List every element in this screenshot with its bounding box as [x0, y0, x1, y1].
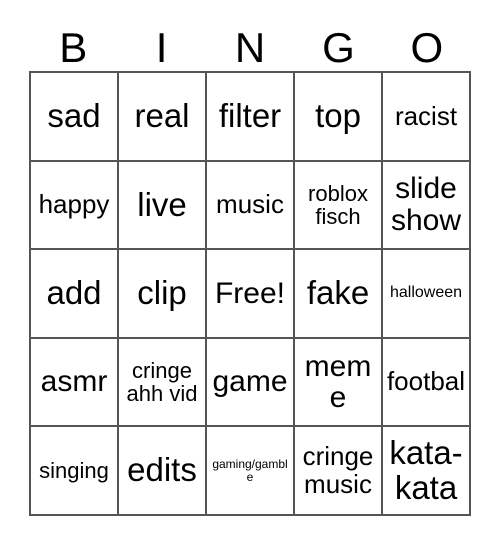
bingo-cell-label: fake [306, 274, 370, 312]
bingo-cell[interactable]: footbal [383, 338, 471, 428]
bingo-cell[interactable]: gaming/gamble [207, 427, 295, 516]
bingo-cell[interactable]: sad [31, 73, 119, 162]
bingo-cell-label: kata-kata [389, 434, 463, 506]
bingo-cell-label: add [46, 274, 102, 312]
bingo-cell-label: racist [394, 100, 458, 131]
bingo-cell[interactable]: racist [383, 73, 471, 162]
bingo-cell[interactable]: top [295, 73, 383, 162]
bingo-cell-label: cringe ahh vid [126, 358, 198, 407]
bingo-cell-label: live [137, 185, 187, 223]
bingo-cell-label: Free! [214, 276, 286, 310]
bingo-cell[interactable]: meme [295, 338, 383, 428]
bingo-cell-label: clip [137, 274, 187, 312]
bingo-cell-label: singing [39, 458, 109, 484]
bingo-cell-label: happy [38, 189, 110, 220]
bingo-cell[interactable]: add [31, 250, 119, 339]
bingo-header-letter-b: B [59, 24, 88, 71]
bingo-cell-free[interactable]: Free! [207, 250, 295, 339]
bingo-card: B I N G O sad real filter top racist hap… [0, 0, 500, 544]
bingo-cell[interactable]: kata-kata [383, 427, 471, 516]
bingo-header-letter-i: I [155, 24, 168, 71]
bingo-cell-label: real [134, 96, 190, 134]
bingo-grid: sad real filter top racist happy live mu… [29, 71, 471, 516]
bingo-cell[interactable]: roblox fisch [295, 161, 383, 251]
bingo-cell-label: game [212, 365, 288, 399]
bingo-cell[interactable]: halloween [383, 250, 471, 339]
bingo-cell[interactable]: real [119, 73, 207, 162]
bingo-cell-label: gaming/gamble [212, 457, 288, 484]
bingo-cell[interactable]: cringe music [295, 427, 383, 516]
bingo-header-letter-n: N [234, 24, 266, 71]
bingo-cell[interactable]: cringe ahh vid [119, 338, 207, 428]
bingo-cell[interactable]: slide show [383, 161, 471, 251]
bingo-cell-label: top [315, 96, 361, 134]
bingo-cell[interactable]: filter [207, 73, 295, 162]
bingo-cell-label: meme [304, 349, 372, 415]
bingo-cell[interactable]: clip [119, 250, 207, 339]
bingo-cell-label: filter [218, 96, 282, 134]
bingo-cell-label: edits [127, 451, 197, 489]
bingo-cell-label: sad [47, 96, 101, 134]
bingo-cell-label: cringe music [302, 441, 374, 499]
bingo-header-letter-g: G [322, 24, 355, 71]
bingo-cell-label: halloween [389, 284, 463, 302]
bingo-cell[interactable]: singing [31, 427, 119, 516]
bingo-cell[interactable]: fake [295, 250, 383, 339]
bingo-cell[interactable]: music [207, 161, 295, 251]
bingo-cell-label: roblox fisch [308, 180, 368, 229]
bingo-header-row: B I N G O [29, 16, 471, 71]
bingo-cell[interactable]: game [207, 338, 295, 428]
bingo-cell-label: asmr [40, 365, 108, 399]
bingo-header-letter-o: O [410, 24, 444, 71]
bingo-cell[interactable]: live [119, 161, 207, 251]
bingo-cell-label: music [216, 189, 284, 220]
bingo-cell[interactable]: happy [31, 161, 119, 251]
bingo-cell[interactable]: edits [119, 427, 207, 516]
bingo-cell-label: slide show [390, 172, 462, 237]
bingo-cell[interactable]: asmr [31, 338, 119, 428]
bingo-cell-label: footbal [386, 366, 466, 397]
